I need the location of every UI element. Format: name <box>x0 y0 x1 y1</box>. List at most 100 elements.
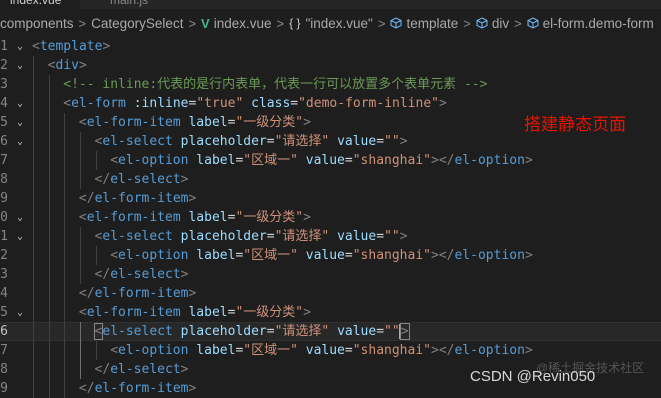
fold-chevron-icon[interactable]: ⌄ <box>14 227 26 246</box>
code-token: </ <box>94 267 111 282</box>
indent-guide <box>79 151 81 170</box>
breadcrumb-label: template <box>406 15 459 31</box>
line-number: 3 <box>0 267 8 282</box>
indent-guide <box>33 246 34 265</box>
fold-chevron-icon[interactable]: ⌄ <box>14 132 26 151</box>
indent-guide <box>79 322 81 341</box>
code-token: > <box>188 191 197 206</box>
line-number: 9 <box>0 191 8 206</box>
indent-guide <box>95 246 97 265</box>
tab-index-vue[interactable]: index.vue <box>0 0 80 9</box>
line-number: 7 <box>0 153 8 168</box>
line-number: 6 <box>0 324 8 339</box>
code-line[interactable]: 1 ⌄ <template> <box>0 37 661 56</box>
fold-chevron-icon[interactable]: ⌄ <box>14 303 26 322</box>
indent-guide <box>95 341 97 360</box>
line-number: 1 <box>0 39 8 54</box>
code-token: value <box>337 229 377 244</box>
line-number: 8 <box>0 362 8 377</box>
indent-guide <box>33 56 34 75</box>
code-token: ></ <box>431 153 455 168</box>
line-number: 5 <box>0 305 8 320</box>
code-editor[interactable]: 1 ⌄ <template> 2 ⌄ <div> 3 <!-- inline:代表的是行内表单… <box>0 37 661 398</box>
code-token: > <box>78 58 87 73</box>
code-token: "请选择" <box>274 229 330 244</box>
code-line[interactable]: 5 ⌄ <el-form-item label="一级分类"> <box>0 303 661 322</box>
line-number: 2 <box>0 58 8 73</box>
code-token: > <box>399 323 410 340</box>
code-token: > <box>303 115 311 130</box>
code-content: <el-option label="区域一" value="shanghai">… <box>110 341 533 360</box>
indent-guide <box>64 265 66 284</box>
breadcrumb-item-el-form[interactable]: el-form.demo-form <box>527 16 654 31</box>
code-line[interactable]: 2 <el-option label="区域一" value="shanghai"… <box>0 246 661 265</box>
code-line[interactable]: 8 </el-select> <box>0 170 661 189</box>
indent-guide <box>48 94 50 113</box>
breadcrumb-item-index-vue-module[interactable]: { } "index.vue" <box>289 16 373 31</box>
code-line[interactable]: 6 <el-select placeholder="请选择" value=""> <box>0 322 661 341</box>
code-token: label <box>188 305 228 320</box>
code-token: </ <box>78 381 95 396</box>
code-token: el-select <box>102 229 173 244</box>
code-line[interactable]: 3 <!-- inline:代表的是行内表单，代表一行可以放置多个表单元素 --> <box>0 75 661 94</box>
code-token: placeholder <box>180 134 267 149</box>
code-token: </ <box>78 191 95 206</box>
code-token: class <box>251 96 291 111</box>
code-token: > <box>524 343 533 358</box>
breadcrumb-item-index-vue[interactable]: Vindex.vue <box>201 16 271 31</box>
indent-guide <box>79 341 81 360</box>
fold-chevron-icon[interactable]: ⌄ <box>14 113 26 132</box>
code-token: = <box>376 134 385 149</box>
code-token: el-option <box>454 248 525 263</box>
indent-guide <box>64 132 66 151</box>
breadcrumb-item-categoryselect[interactable]: CategorySelect <box>91 16 183 31</box>
fold-chevron-icon[interactable]: ⌄ <box>14 208 26 227</box>
indent-guide <box>79 132 81 151</box>
indent-guide <box>48 208 50 227</box>
code-token: value <box>337 324 377 339</box>
indent-guide <box>48 151 50 170</box>
fold-chevron-icon[interactable]: ⌄ <box>14 56 26 75</box>
breadcrumb-item-template[interactable]: template <box>390 16 458 31</box>
indent-guide <box>95 151 97 170</box>
code-line[interactable]: 1 ⌄ <el-select placeholder="请选择" value=""> <box>0 227 661 246</box>
code-content: </el-select> <box>95 265 189 284</box>
cube-icon <box>476 17 488 29</box>
code-content: </el-form-item> <box>79 284 196 303</box>
code-content: <el-select placeholder="请选择" value=""> <box>93 322 410 341</box>
fold-chevron-icon[interactable]: ⌄ <box>14 94 26 113</box>
code-token: "" <box>384 324 400 339</box>
code-line[interactable]: 4 </el-form-item> <box>0 284 661 303</box>
tab-main-js[interactable]: main.js <box>110 0 148 9</box>
code-content: <div> <box>48 56 87 75</box>
code-token: "请选择" <box>274 324 330 339</box>
code-token: < <box>32 39 40 54</box>
indent-guide <box>33 189 34 208</box>
line-number: 4 <box>0 96 8 111</box>
indent-guide <box>79 227 81 246</box>
code-line[interactable]: 3 </el-select> <box>0 265 661 284</box>
code-line[interactable]: 7 <el-option label="区域一" value="shanghai"… <box>0 341 661 360</box>
code-token: "" <box>384 229 400 244</box>
code-token: placeholder <box>180 324 267 339</box>
code-token: "shanghai" <box>352 343 431 358</box>
code-token: > <box>399 134 408 149</box>
line-number: 3 <box>0 77 8 92</box>
watermark: CSDN @Revin050 <box>470 368 596 385</box>
indent-guide <box>48 379 50 398</box>
code-token: "一级分类" <box>235 210 304 225</box>
code-token: label <box>196 248 236 263</box>
code-line[interactable]: 0 ⌄ <el-form-item label="一级分类"> <box>0 208 661 227</box>
breadcrumb-item-div[interactable]: div <box>476 16 509 31</box>
code-token: el-form-item <box>86 210 181 225</box>
code-line[interactable]: 7 <el-option label="区域一" value="shanghai"… <box>0 151 661 170</box>
fold-chevron-icon[interactable]: ⌄ <box>14 37 26 56</box>
breadcrumb-item-components[interactable]: components <box>0 16 74 31</box>
code-token: label <box>188 210 228 225</box>
code-token: > <box>180 267 189 282</box>
code-line[interactable]: 9 </el-form-item> <box>0 189 661 208</box>
chevron-right-icon: > <box>514 15 522 31</box>
code-line[interactable]: 2 ⌄ <div> <box>0 56 661 75</box>
code-token: placeholder <box>180 229 267 244</box>
code-token: label <box>196 153 236 168</box>
